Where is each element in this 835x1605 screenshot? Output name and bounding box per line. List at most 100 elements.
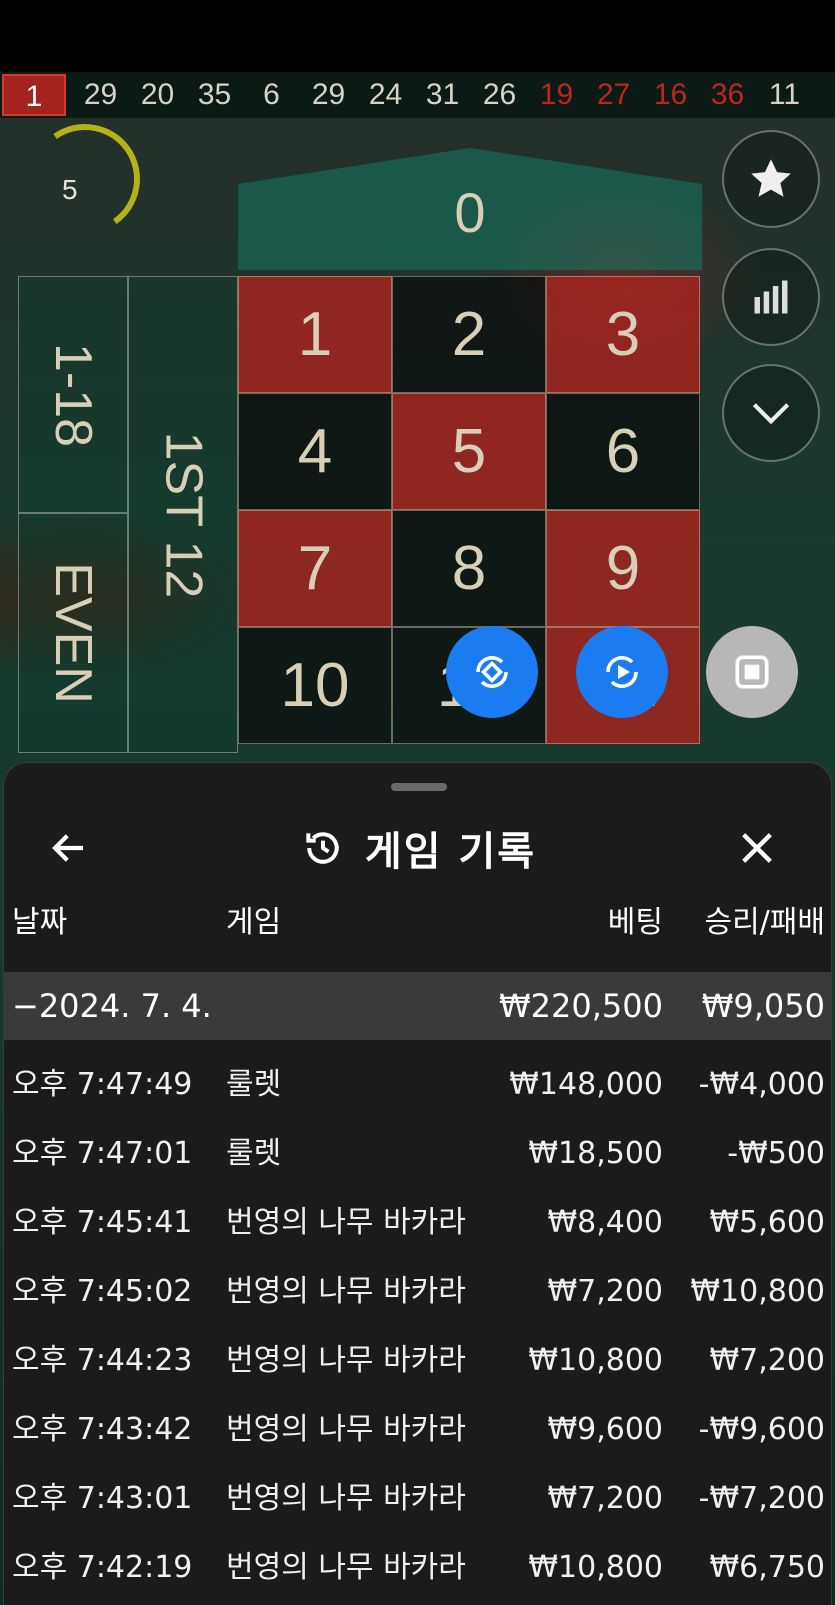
bet-spot-1-18[interactable]: 1-18	[18, 276, 128, 513]
bet-spot-number[interactable]: 6	[546, 393, 700, 510]
result-item: 27	[596, 78, 631, 111]
result-item: 26	[482, 78, 517, 111]
row-bet: ₩148,000	[509, 1067, 663, 1102]
result-item: 16	[653, 78, 688, 111]
autoplay-button[interactable]	[576, 626, 668, 718]
row-game: 번영의 나무 바카라	[226, 1205, 466, 1240]
history-row[interactable]: 오후 7:47:49 룰렛 ₩148,000 -₩4,000	[4, 1050, 831, 1119]
bet-spot-even[interactable]: EVEN	[18, 513, 128, 753]
row-bet: ₩7,200	[547, 1481, 663, 1516]
row-result: -₩9,600	[698, 1412, 825, 1447]
row-result: ₩5,600	[709, 1205, 825, 1240]
history-header: 게임 기록	[4, 803, 831, 893]
game-history-panel: 게임 기록 날짜 게임 베팅 승리/패배 −2024. 7. 4. ₩220,5…	[3, 762, 832, 1605]
bet-spot-number[interactable]: 3	[546, 276, 700, 393]
history-row[interactable]: 오후 7:47:01 룰렛 ₩18,500 -₩500	[4, 1119, 831, 1188]
bet-spot-number[interactable]: 7	[238, 510, 392, 627]
bet-timer-value: 5	[62, 174, 78, 205]
low-label: 1-18	[43, 342, 102, 447]
row-time: 오후 7:43:42	[12, 1412, 193, 1447]
bet-spot-1st-12[interactable]: 1ST 12	[128, 276, 238, 753]
history-row[interactable]: 오후 7:45:41 번영의 나무 바카라 ₩8,400 ₩5,600	[4, 1188, 831, 1257]
row-time: 오후 7:42:19	[12, 1550, 193, 1585]
results-strip: 1 29 20 35 6 29 24 31 26 19 27 16 36 11	[0, 72, 835, 118]
row-game: 번영의 나무 바카라	[226, 1481, 466, 1516]
row-bet: ₩10,800	[528, 1343, 663, 1378]
bet-spot-number[interactable]: 1	[238, 276, 392, 393]
result-item: 36	[710, 78, 745, 111]
row-time: 오후 7:45:41	[12, 1205, 193, 1240]
row-time: 오후 7:44:23	[12, 1343, 193, 1378]
status-bar	[0, 0, 835, 72]
history-row[interactable]: 오후 7:42:19 번영의 나무 바카라 ₩10,800 ₩6,750	[4, 1533, 831, 1602]
result-item: 29	[311, 78, 346, 111]
result-item: 24	[368, 78, 403, 111]
row-result: ₩10,800	[690, 1274, 825, 1309]
row-result: -₩4,000	[698, 1067, 825, 1102]
statistics-button[interactable]	[722, 248, 820, 346]
column-game: 게임	[226, 905, 282, 940]
bet-spot-number[interactable]: 9	[546, 510, 700, 627]
bet-spot-number[interactable]: 8	[392, 510, 546, 627]
row-result: -₩7,200	[698, 1481, 825, 1516]
history-table-header: 날짜 게임 베팅 승리/패배	[4, 897, 831, 949]
bet-spot-number[interactable]: 2	[392, 276, 546, 393]
row-result: ₩6,750	[709, 1550, 825, 1585]
history-row[interactable]: 오후 7:44:23 번영의 나무 바카라 ₩10,800 ₩7,200	[4, 1326, 831, 1395]
row-time: 오후 7:47:01	[12, 1136, 193, 1171]
star-icon	[751, 159, 791, 197]
group-date: −2024. 7. 4.	[12, 987, 212, 1025]
stop-button[interactable]	[706, 626, 798, 718]
row-game: 룰렛	[226, 1067, 282, 1102]
row-game: 룰렛	[226, 1136, 282, 1171]
history-row[interactable]: 오후 7:45:02 번영의 나무 바카라 ₩7,200 ₩10,800	[4, 1257, 831, 1326]
drag-handle[interactable]	[391, 783, 447, 791]
close-button[interactable]	[732, 823, 782, 873]
row-bet: ₩7,200	[547, 1274, 663, 1309]
collapse-button[interactable]	[722, 364, 820, 462]
row-bet: ₩18,500	[528, 1136, 663, 1171]
bet-spot-number[interactable]: 4	[238, 393, 392, 510]
even-label: EVEN	[44, 562, 103, 704]
row-game: 번영의 나무 바카라	[226, 1343, 466, 1378]
result-item: 31	[425, 78, 460, 111]
history-row[interactable]: 오후 7:43:01 번영의 나무 바카라 ₩7,200 -₩7,200	[4, 1464, 831, 1533]
result-item: 11	[768, 78, 801, 111]
zero-label: 0	[454, 180, 486, 244]
group-result-total: ₩9,050	[701, 987, 825, 1025]
history-row[interactable]: 오후 7:43:42 번영의 나무 바카라 ₩9,600 -₩9,600	[4, 1395, 831, 1464]
bet-timer-arc	[21, 118, 149, 243]
group-bet-total: ₩220,500	[499, 987, 663, 1025]
close-icon	[742, 833, 772, 863]
stop-icon	[735, 655, 769, 689]
favorite-button[interactable]	[722, 130, 820, 228]
panel-title: 게임 기록	[364, 829, 537, 875]
row-game: 번영의 나무 바카라	[226, 1274, 466, 1309]
result-item: 20	[140, 78, 175, 111]
bet-spot-zero[interactable]: 0	[238, 148, 702, 270]
result-item: 6	[263, 78, 280, 111]
chevron-down-icon	[752, 403, 790, 425]
row-bet: ₩9,600	[547, 1412, 663, 1447]
bet-spot-number[interactable]: 5	[392, 393, 546, 510]
result-item: 29	[83, 78, 118, 111]
column-result: 승리/패배	[704, 905, 825, 940]
row-bet: ₩8,400	[547, 1205, 663, 1240]
row-result: ₩7,200	[709, 1343, 825, 1378]
bar-chart-icon	[754, 280, 788, 314]
row-time: 오후 7:47:49	[12, 1067, 193, 1102]
bet-spot-number[interactable]: 10	[238, 627, 392, 744]
undo-icon	[476, 656, 508, 688]
autoplay-icon	[606, 656, 638, 688]
row-bet: ₩10,800	[528, 1550, 663, 1585]
undo-button[interactable]	[446, 626, 538, 718]
history-icon	[306, 832, 339, 864]
row-time: 오후 7:43:01	[12, 1481, 193, 1516]
result-item: 19	[539, 78, 574, 111]
column-bet: 베팅	[607, 905, 663, 940]
panel-title-group: 게임 기록	[4, 823, 831, 875]
latest-result: 1	[2, 74, 66, 116]
column-date: 날짜	[12, 905, 68, 940]
row-game: 번영의 나무 바카라	[226, 1412, 466, 1447]
date-group-row[interactable]: −2024. 7. 4. ₩220,500 ₩9,050	[4, 972, 831, 1040]
